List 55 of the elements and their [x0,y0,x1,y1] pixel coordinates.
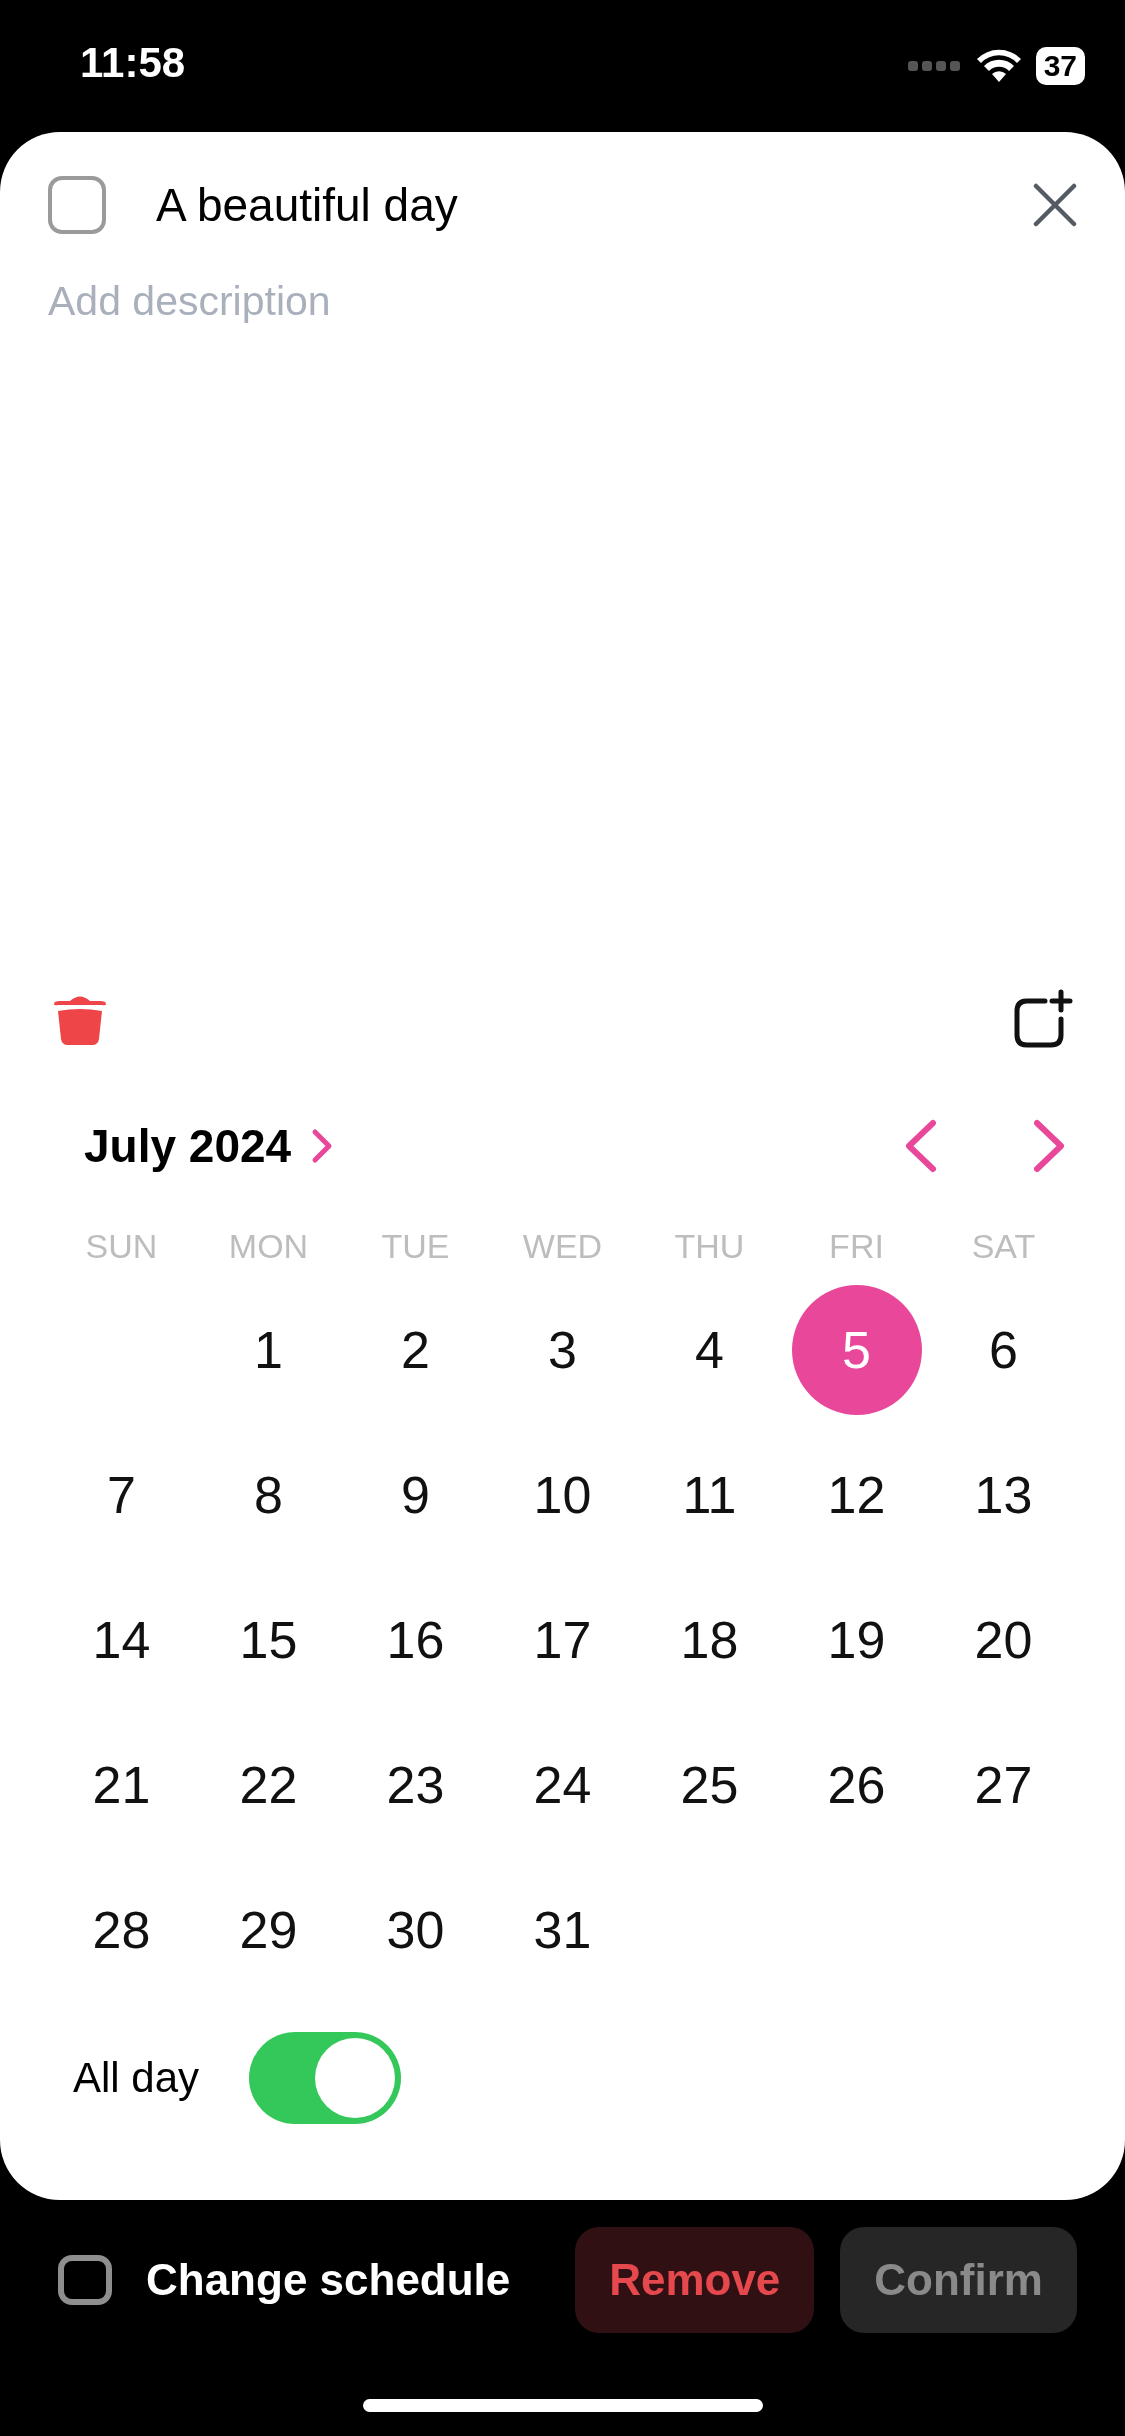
description-field[interactable]: Add description [48,278,648,325]
remove-button[interactable]: Remove [575,2227,815,2333]
weekday-label: WED [522,1227,603,1265]
close-icon[interactable] [1033,183,1077,227]
weekday-label: SAT [971,1227,1036,1265]
month-title[interactable]: July 2024 [84,1119,292,1173]
calendar-day[interactable]: 13 [938,1429,1069,1560]
calendar-day[interactable]: 18 [644,1574,775,1705]
calendar-day[interactable]: 30 [350,1864,481,1995]
wifi-icon [975,48,1022,84]
calendar-day[interactable]: 16 [350,1574,481,1705]
calendar-day[interactable]: 28 [56,1864,187,1995]
task-checkbox[interactable] [48,176,106,234]
calendar-day[interactable]: 7 [56,1429,187,1560]
calendar-day[interactable]: 8 [203,1429,334,1560]
change-schedule-checkbox[interactable] [58,2255,112,2305]
signal-icon [907,59,962,73]
calendar-day[interactable]: 2 [350,1284,481,1415]
calendar-day[interactable]: 5 [791,1284,922,1415]
calendar-day[interactable]: 31 [497,1864,628,1995]
calendar-day[interactable]: 10 [497,1429,628,1560]
calendar-day[interactable]: 27 [938,1719,1069,1850]
calendar-day[interactable]: 14 [56,1574,187,1705]
calendar-day[interactable]: 22 [203,1719,334,1850]
add-subtask-icon[interactable] [1013,989,1073,1049]
next-month-icon[interactable] [1031,1119,1067,1173]
calendar-day[interactable]: 26 [791,1719,922,1850]
calendar-day[interactable]: 19 [791,1574,922,1705]
weekday-label: MON [228,1227,309,1265]
change-schedule-label[interactable]: Change schedule [146,2255,550,2305]
weekday-label: SUN [85,1227,158,1265]
weekday-label: THU [674,1227,745,1265]
calendar-day[interactable]: 4 [644,1284,775,1415]
calendar-day[interactable]: 15 [203,1574,334,1705]
weekday-label: TUE [381,1227,450,1265]
calendar-day[interactable]: 20 [938,1574,1069,1705]
calendar-day[interactable]: 11 [644,1429,775,1560]
calendar-day[interactable]: 3 [497,1284,628,1415]
task-title[interactable]: A beautiful day [156,178,983,232]
calendar-day[interactable]: 12 [791,1429,922,1560]
all-day-label: All day [73,2054,200,2102]
calendar-day[interactable]: 9 [350,1429,481,1560]
status-time: 11:58 [80,39,187,88]
calendar-day[interactable]: 23 [350,1719,481,1850]
calendar-day[interactable]: 29 [203,1864,334,1995]
calendar-day[interactable]: 24 [497,1719,628,1850]
calendar-day[interactable]: 1 [203,1284,334,1415]
calendar-day[interactable]: 6 [938,1284,1069,1415]
chevron-right-icon[interactable] [311,1128,334,1164]
weekday-label: FRI [829,1227,884,1265]
previous-month-icon[interactable] [903,1119,939,1173]
calendar-day[interactable]: 25 [644,1719,775,1850]
battery-level: 37 [1035,47,1085,85]
calendar-day[interactable]: 17 [497,1574,628,1705]
calendar-day[interactable]: 21 [56,1719,187,1850]
